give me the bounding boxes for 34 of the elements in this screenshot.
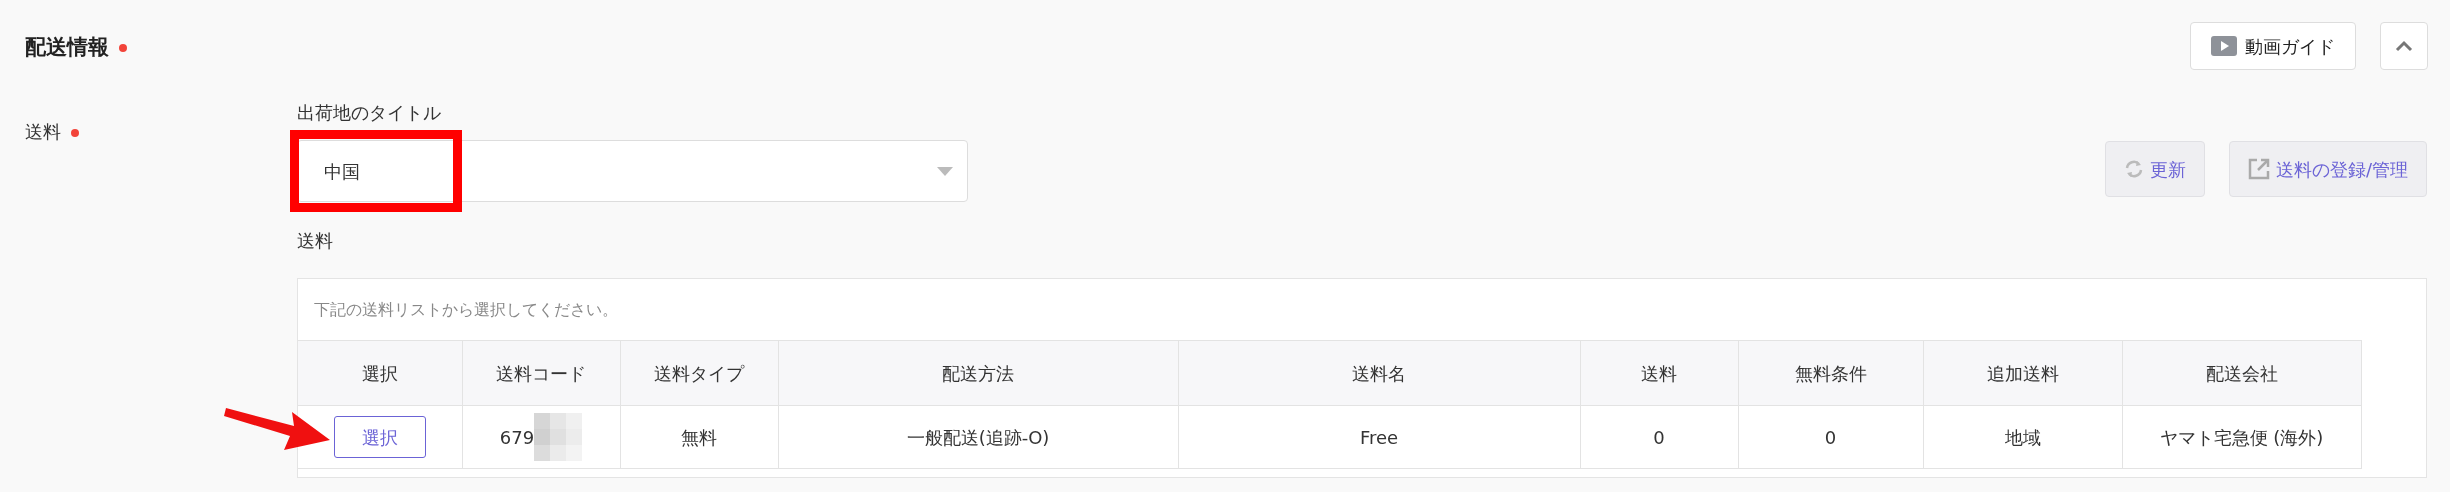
table-cell: ヤマト宅急便 (海外) <box>2122 405 2361 469</box>
chevron-up-icon <box>2395 40 2413 52</box>
table-cell: 地域 <box>1923 405 2122 469</box>
column-header: 選択 <box>298 340 462 406</box>
column-header: 追加送料 <box>1923 340 2122 406</box>
hint-text: 下記の送料リストから選択してください。 <box>313 298 619 321</box>
table-cell: 0 <box>1580 405 1738 469</box>
video-guide-button[interactable]: 動画ガイド <box>2190 22 2356 70</box>
redaction-mark <box>534 413 583 461</box>
play-icon <box>2211 36 2237 56</box>
field-label: 出荷地のタイトル <box>297 104 442 122</box>
column-header: 配送方法 <box>778 340 1178 406</box>
table-cell: 無料 <box>620 405 778 469</box>
refresh-button[interactable]: 更新 <box>2104 141 2205 197</box>
table-cell: Free <box>1178 405 1580 469</box>
register-button[interactable]: 送料の登録/管理 <box>2228 141 2427 197</box>
external-link-icon <box>2247 158 2270 180</box>
column-header: 送料名 <box>1178 340 1580 406</box>
section-title: 配送情報 <box>25 35 109 59</box>
select-field[interactable]: 中国 <box>297 140 968 202</box>
column-header: 送料コード <box>462 340 620 406</box>
collapse-button[interactable] <box>2380 22 2428 70</box>
column-header: 送料 <box>1580 340 1738 406</box>
table-cell: 一般配送(追跡-O) <box>778 405 1178 469</box>
field-label: 送料 <box>297 232 334 250</box>
column-header: 配送会社 <box>2122 340 2361 406</box>
field-label: 送料 <box>25 121 61 142</box>
column-header: 無料条件 <box>1738 340 1923 406</box>
refresh-icon <box>2123 159 2144 179</box>
code-text: 679 <box>499 425 535 450</box>
select-button[interactable]: 選択 <box>333 416 426 458</box>
table-cell: 0 <box>1738 405 1923 469</box>
column-header: 送料タイプ <box>620 340 778 406</box>
dropdown-caret-icon <box>937 166 953 176</box>
